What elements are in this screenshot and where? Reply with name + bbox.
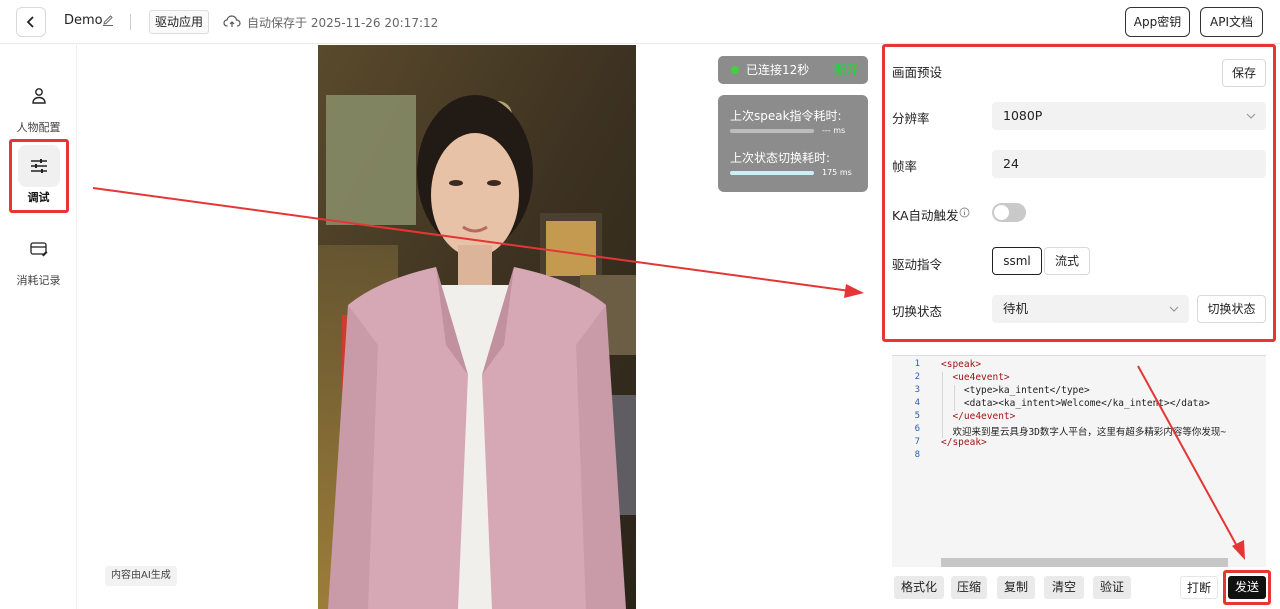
arrow-line bbox=[92, 187, 851, 292]
arrowhead-icon bbox=[844, 284, 864, 298]
arrowhead-icon bbox=[1232, 540, 1245, 560]
annotation-arrows bbox=[92, 187, 1245, 560]
arrow-line bbox=[1137, 365, 1239, 549]
